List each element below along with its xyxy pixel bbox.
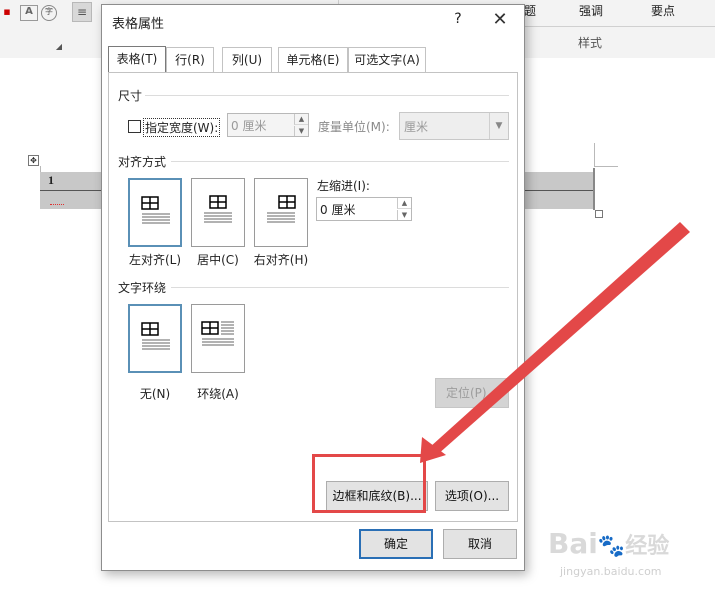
annotation-arrow-icon (420, 222, 690, 463)
watermark-url: jingyan.baidu.com (560, 565, 662, 578)
watermark-logo: Bai🐾经验 (548, 527, 670, 560)
watermark-brand-cn: 经验 (625, 534, 670, 559)
watermark-brand: Bai (548, 527, 598, 560)
